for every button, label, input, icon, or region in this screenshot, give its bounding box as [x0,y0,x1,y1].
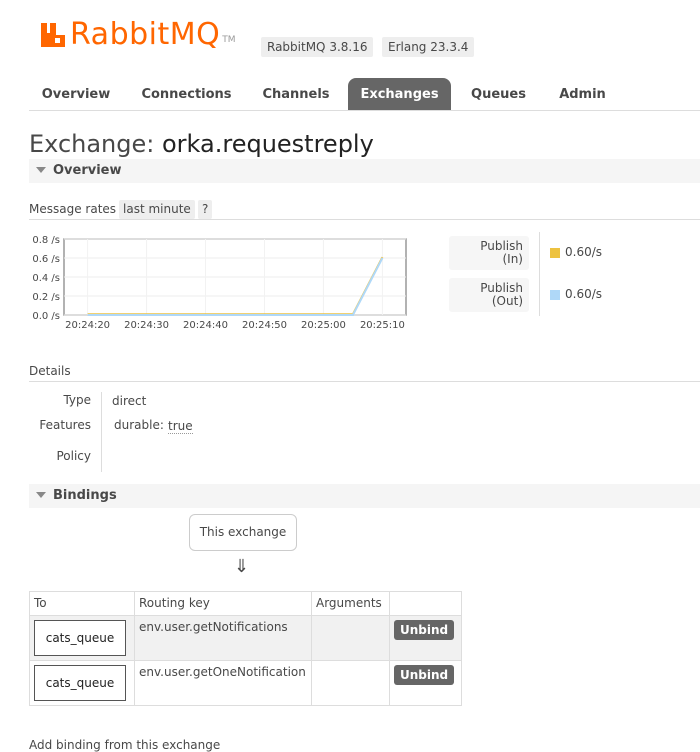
type-value: direct [112,394,147,408]
main-nav-tabs: Overview Connections Channels Exchanges … [29,78,700,111]
arrow-down-icon: ⇓ [234,556,250,577]
rabbit-logo-icon [41,23,65,47]
durable-key: durable: [114,418,164,432]
collapse-triangle-icon [36,167,46,173]
action-cell: Unbind [389,660,462,706]
binding-destination-cell: cats_queue [29,615,135,661]
overview-section-toggle[interactable]: Overview [29,159,700,183]
unbind-button[interactable]: Unbind [394,665,455,685]
bindings-section-toggle[interactable]: Bindings [29,484,700,508]
tab-queues[interactable]: Queues [457,78,540,110]
action-cell: Unbind [389,615,462,661]
bindings-header-row: To Routing key Arguments [29,591,462,616]
y-tick-label: 0.8 /s [32,235,60,246]
x-tick-label: 20:25:10 [360,320,405,331]
rate-range-selector[interactable]: last minute [119,200,195,219]
policy-label: Policy [56,449,91,463]
publish-out-legend: Publish (Out) [449,278,529,312]
publish-out-rate: 0.60/s [565,287,603,301]
tab-overview[interactable]: Overview [29,78,123,110]
tab-connections[interactable]: Connections [128,78,245,110]
publish-out-label-1: Publish [480,281,523,295]
x-tick-label: 20:24:40 [183,320,228,331]
bindings-table: To Routing key Arguments cats_queue env.… [29,591,462,706]
message-rates-chart: 0.8 /s 0.6 /s 0.4 /s 0.2 /s 0.0 /s 20:24:20 2… [32,235,407,331]
details-vertical-divider [101,392,102,472]
table-row: cats_queue env.user.getOneNotification U… [29,660,462,706]
logo-tm: TM [222,35,236,45]
routing-key-cell: env.user.getOneNotification [134,660,312,706]
publish-in-label-2: (In) [502,252,523,266]
overview-section-label: Overview [53,163,122,178]
x-tick-label: 20:25:00 [301,320,346,331]
help-button[interactable]: ? [198,200,213,219]
y-tick-label: 0.6 /s [32,254,60,265]
rabbitmq-version-badge: RabbitMQ 3.8.16 [261,37,374,57]
routing-key: env.user.getNotifications [139,620,288,634]
routing-key-cell: env.user.getNotifications [134,615,312,661]
column-header-arguments: Arguments [311,591,390,616]
publish-in-rate: 0.60/s [565,245,603,259]
rates-divider [29,219,700,220]
publish-out-label-2: (Out) [491,294,523,308]
arguments-cell [311,615,390,661]
erlang-version-badge: Erlang 23.3.4 [382,37,475,57]
column-header-to: To [29,591,135,616]
publish-out-swatch [550,290,560,300]
collapse-triangle-icon [36,492,46,498]
queue-link[interactable]: cats_queue [34,620,126,656]
unbind-button[interactable]: Unbind [394,620,455,640]
queue-link[interactable]: cats_queue [34,665,126,701]
arguments-cell [311,660,390,706]
publish-in-swatch [550,248,560,258]
x-tick-label: 20:24:30 [124,320,169,331]
exchange-name: orka.requestreply [162,130,374,158]
this-exchange-box: This exchange [189,514,297,551]
routing-key: env.user.getOneNotification [139,665,306,679]
tab-exchanges[interactable]: Exchanges [348,78,451,110]
tab-channels[interactable]: Channels [249,78,343,110]
x-tick-label: 20:24:50 [242,320,287,331]
column-header-actions [389,591,462,616]
column-header-routing-key: Routing key [134,591,312,616]
message-rates-label: Message rates [29,202,117,216]
legend-divider [539,232,540,316]
x-tick-label: 20:24:20 [65,320,110,331]
publish-in-label-1: Publish [480,239,523,253]
page-title-prefix: Exchange: [29,130,155,158]
durable-value: true [168,419,193,434]
y-tick-label: 0.4 /s [32,273,60,284]
details-label: Details [29,364,71,378]
binding-destination-cell: cats_queue [29,660,135,706]
bindings-section-label: Bindings [53,488,117,503]
type-label: Type [63,393,91,407]
rabbitmq-logo: RabbitMQ TM [40,18,236,52]
details-divider [29,381,700,382]
page-title: Exchange: orka.requestreply [29,130,374,158]
y-tick-label: 0.0 /s [32,311,60,322]
tab-admin[interactable]: Admin [545,78,620,110]
features-label: Features [39,418,91,432]
y-tick-label: 0.2 /s [32,292,60,303]
logo-text: RabbitMQ [70,17,221,52]
table-row: cats_queue env.user.getNotifications Unb… [29,615,462,661]
add-binding-section-label: Add binding from this exchange [29,738,221,752]
publish-in-legend: Publish (In) [449,236,529,270]
